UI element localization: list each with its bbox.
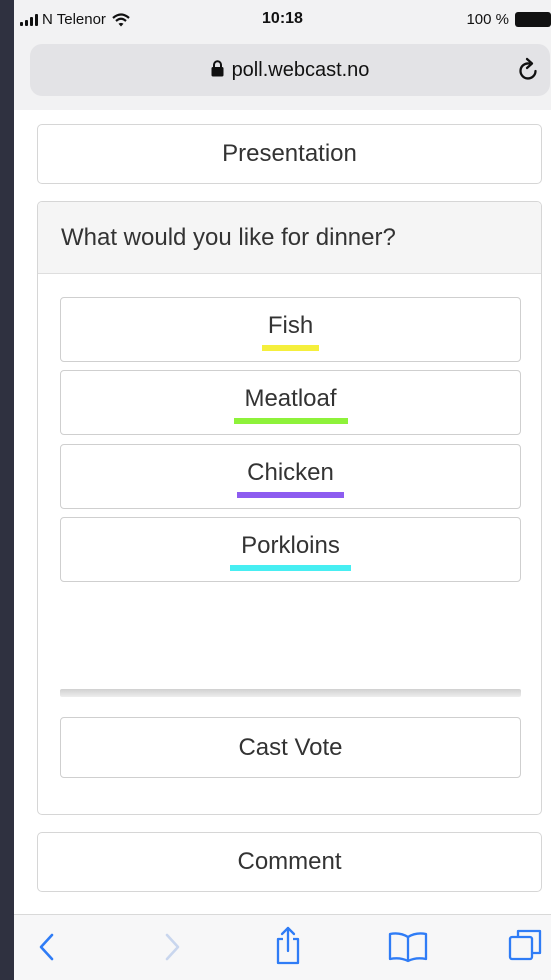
battery-percent: 100 % [466, 11, 509, 28]
divider [60, 689, 521, 697]
url-display[interactable]: poll.webcast.no [30, 59, 550, 82]
option-color-bar [262, 345, 319, 351]
comment-button[interactable]: Comment [37, 832, 542, 892]
back-icon[interactable] [36, 929, 58, 965]
battery-icon [515, 12, 551, 27]
browser-top-bar: poll.webcast.no [14, 40, 551, 110]
poll-option-label: Chicken [247, 459, 334, 486]
option-color-bar [230, 565, 351, 571]
poll-option-label: Porkloins [241, 532, 340, 559]
lock-icon [211, 60, 224, 77]
status-bar: N Telenor 10:18 100 % [14, 0, 551, 40]
phone-screen: N Telenor 10:18 100 % poll.webcast.no Pr… [14, 0, 551, 980]
poll-panel: What would you like for dinner? Fish Mea… [37, 201, 542, 815]
share-icon[interactable] [274, 925, 302, 965]
address-bar[interactable]: poll.webcast.no [30, 44, 550, 96]
option-color-bar [233, 418, 348, 424]
page-content: Presentation What would you like for din… [14, 110, 551, 914]
reload-icon[interactable] [518, 57, 540, 81]
presentation-button[interactable]: Presentation [37, 124, 542, 184]
cast-vote-button[interactable]: Cast Vote [60, 717, 521, 778]
poll-option-porkloins[interactable]: Porkloins [60, 517, 521, 582]
poll-question: What would you like for dinner? [38, 202, 541, 274]
poll-option-fish[interactable]: Fish [60, 297, 521, 362]
url-text: poll.webcast.no [231, 59, 370, 81]
poll-option-chicken[interactable]: Chicken [60, 444, 521, 509]
poll-option-label: Fish [267, 312, 314, 339]
poll-option-label: Meatloaf [244, 385, 337, 412]
browser-toolbar [14, 914, 551, 980]
forward-icon [165, 933, 180, 961]
tabs-icon[interactable] [508, 927, 544, 963]
status-right: 100 % [466, 11, 551, 28]
bookmarks-icon[interactable] [388, 931, 428, 963]
option-color-bar [237, 492, 344, 498]
poll-option-meatloaf[interactable]: Meatloaf [60, 370, 521, 435]
